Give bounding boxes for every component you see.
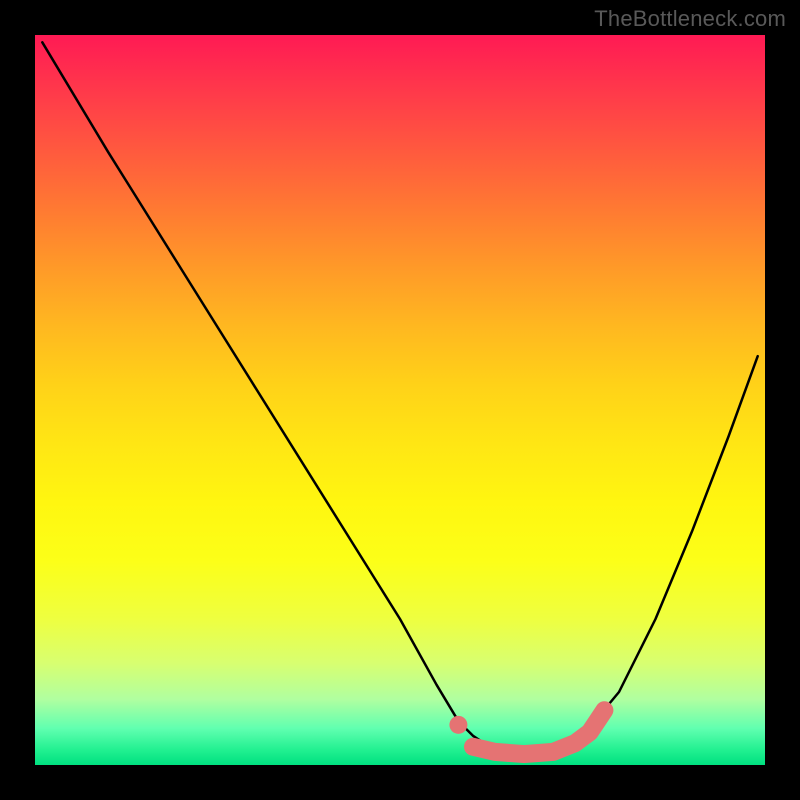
black-curve [42,42,757,754]
curve-group [42,42,757,754]
salmon-marker-left [449,716,467,734]
salmon-band [473,710,604,754]
chart-svg [35,35,765,765]
watermark-text: TheBottleneck.com [594,6,786,32]
chart-plot-area [35,35,765,765]
